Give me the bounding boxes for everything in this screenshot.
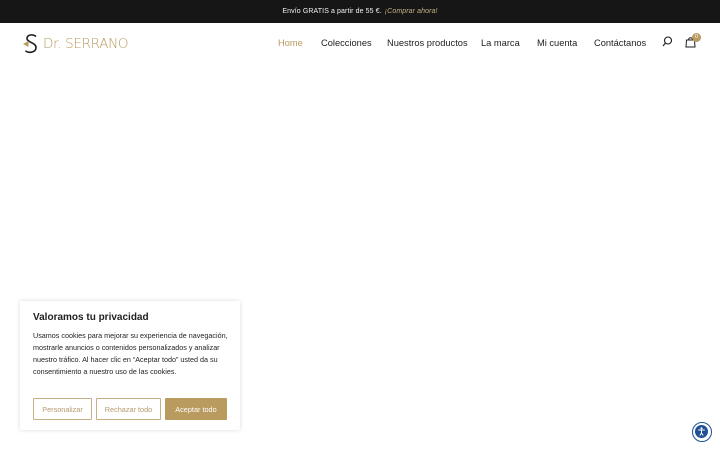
site-header: Dr. SERRANO Home Colecciones Nuestros pr… [0,23,720,65]
announcement-bar: Envío GRATIS a partir de 55 €. ¡Comprar … [0,0,720,23]
search-icon[interactable] [662,36,673,47]
accept-all-button[interactable]: Aceptar todo [165,398,227,420]
nav-item-colecciones[interactable]: Colecciones [321,38,372,48]
main-navigation: Home Colecciones Nuestros productos La m… [0,23,720,65]
nav-item-home[interactable]: Home [278,38,303,48]
accessibility-figure-icon [698,427,705,436]
accessibility-icon [695,425,708,438]
nav-item-la-marca[interactable]: La marca [481,38,520,48]
announcement-link[interactable]: ¡Comprar ahora! [385,8,438,15]
nav-item-mi-cuenta[interactable]: Mi cuenta [537,38,577,48]
reject-all-button[interactable]: Rechazar todo [96,398,161,420]
cookie-title: Valoramos tu privacidad [33,312,149,323]
announcement-text: Envío GRATIS a partir de 55 €. [282,8,382,15]
customize-cookies-button[interactable]: Personalizar [33,398,92,420]
cart-count-badge: 0 [692,33,701,42]
nav-item-nuestros-productos[interactable]: Nuestros productos [387,38,468,48]
nav-item-contactanos[interactable]: Contáctanos [594,38,646,48]
cookie-description: Usamos cookies para mejorar su experienc… [33,331,228,376]
accessibility-button[interactable] [692,422,712,442]
cookie-consent-banner: Valoramos tu privacidad Usamos cookies p… [20,301,240,430]
